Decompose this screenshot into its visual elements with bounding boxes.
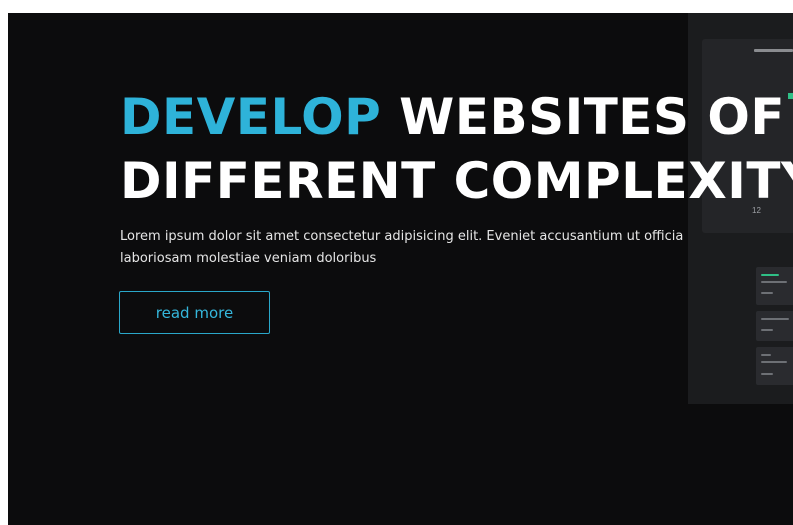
hero-section: 12 DEVELOP WEBSITES OF DIFFERENT COMPLEXI… [8, 13, 793, 525]
headline-accent-word: DEVELOP [120, 88, 382, 146]
preview-card [756, 267, 793, 305]
headline-first-line-rest: WEBSITES OF [399, 88, 786, 146]
preview-card [756, 347, 793, 385]
preview-title-bar [754, 49, 793, 52]
headline-second-line: DIFFERENT COMPLEXITY [120, 152, 793, 210]
read-more-button[interactable]: read more [119, 291, 270, 334]
hero-lead-text: Lorem ipsum dolor sit amet consectetur a… [120, 229, 684, 266]
hero-headline: DEVELOP WEBSITES OF DIFFERENT COMPLEXITY [120, 85, 793, 213]
preview-card [756, 311, 793, 341]
